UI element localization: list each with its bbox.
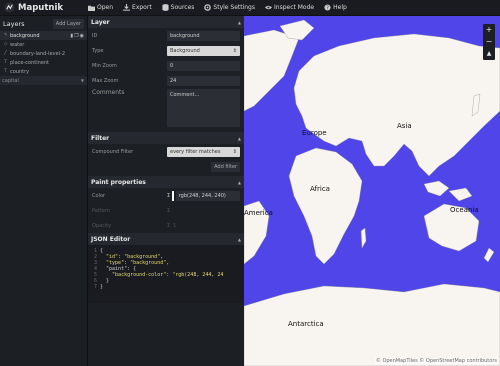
layer-list-panel: Layers Add Layer ✎ background ▮ ❐ ◉ ◇ wa… bbox=[0, 16, 88, 366]
layer-group-capital[interactable]: capital ▼ bbox=[0, 76, 87, 85]
color-input[interactable]: rgb(248, 244, 240) bbox=[175, 190, 240, 201]
json-line: 7} bbox=[93, 284, 104, 290]
sources-button[interactable]: Sources bbox=[162, 4, 194, 11]
layer-actions: ▮ ❐ ◉ bbox=[70, 33, 87, 39]
map-label-oceania: Oceania bbox=[450, 206, 479, 214]
style-settings-button[interactable]: Style Settings bbox=[204, 4, 255, 11]
layer-item-country[interactable]: T country bbox=[0, 67, 87, 76]
id-row: ID background bbox=[88, 28, 244, 43]
map-label-africa: Africa bbox=[310, 185, 330, 193]
map-view[interactable]: Europe Asia Africa America Oceania Antar… bbox=[244, 16, 500, 366]
add-layer-button[interactable]: Add Layer bbox=[52, 18, 84, 29]
visibility-icon[interactable]: ◉ bbox=[80, 33, 84, 39]
zoom-in-button[interactable]: + bbox=[483, 24, 495, 36]
json-editor[interactable]: 1{ 2 "id": "background", 3 "type": "back… bbox=[88, 245, 244, 303]
max-zoom-input[interactable]: 24 bbox=[167, 75, 240, 86]
help-icon: ? bbox=[324, 4, 331, 11]
expression-icon[interactable]: Σ bbox=[167, 223, 170, 229]
folder-icon bbox=[88, 5, 95, 11]
layer-item-place-continent[interactable]: T place-continent bbox=[0, 58, 87, 67]
color-row: Color Σ rgb(248, 244, 240) bbox=[88, 188, 244, 203]
eye-icon bbox=[265, 5, 272, 10]
max-zoom-row: Max Zoom 24 bbox=[88, 73, 244, 88]
min-zoom-row: Min Zoom 0 bbox=[88, 58, 244, 73]
maputnik-logo-icon bbox=[4, 2, 15, 13]
svg-text:?: ? bbox=[326, 5, 329, 11]
opacity-value[interactable]: 1 bbox=[173, 223, 176, 229]
expression-icon[interactable]: Σ bbox=[167, 208, 170, 214]
app-name: Maputnik bbox=[18, 2, 64, 13]
zoom-control: + − ▲ bbox=[483, 24, 495, 60]
layer-section-header[interactable]: Layer ▲ bbox=[88, 16, 244, 28]
add-filter-button[interactable]: Add filter bbox=[211, 162, 240, 172]
delete-icon[interactable]: ▮ bbox=[70, 33, 73, 39]
expression-icon[interactable]: Σ bbox=[167, 193, 170, 199]
comments-textarea[interactable]: Comment... bbox=[167, 89, 240, 127]
compound-filter-select[interactable]: every filter matches ⇕ bbox=[167, 146, 240, 157]
compass-icon[interactable]: ▲ bbox=[483, 48, 495, 60]
export-button[interactable]: Export bbox=[123, 4, 152, 11]
layer-item-water[interactable]: ◇ water bbox=[0, 40, 87, 49]
type-row: Type Background ⇕ bbox=[88, 43, 244, 58]
help-button[interactable]: ? Help bbox=[324, 4, 347, 11]
settings-icon bbox=[204, 4, 212, 11]
download-icon bbox=[123, 4, 131, 11]
color-swatch[interactable] bbox=[172, 190, 174, 201]
chevron-up-icon: ▲ bbox=[237, 236, 241, 242]
layer-item-boundary-land-level-2[interactable]: ╱ boundary-land-level-2 bbox=[0, 49, 87, 58]
layer-editor-panel: Layer ▲ ID background Type Background ⇕ … bbox=[88, 16, 244, 366]
copy-icon[interactable]: ❐ bbox=[74, 33, 78, 39]
layer-item-background[interactable]: ✎ background ▮ ❐ ◉ bbox=[0, 31, 87, 40]
map-label-europe: Europe bbox=[302, 129, 327, 137]
json-editor-header[interactable]: JSON Editor ▲ bbox=[88, 233, 244, 245]
compound-filter-row: Compound Filter every filter matches ⇕ bbox=[88, 144, 244, 159]
opacity-row: Opacity Σ 1 bbox=[92, 222, 177, 229]
select-arrows-icon: ⇕ bbox=[232, 148, 237, 155]
map-label-asia: Asia bbox=[397, 122, 412, 130]
map-label-america: America bbox=[244, 209, 273, 217]
comments-row: Comments Comment... bbox=[88, 88, 244, 132]
inspect-mode-button[interactable]: Inspect Mode bbox=[265, 4, 314, 11]
map-label-antarctica: Antarctica bbox=[288, 320, 324, 328]
pattern-row: Pattern Σ bbox=[92, 207, 171, 214]
zoom-out-button[interactable]: − bbox=[483, 36, 495, 48]
top-toolbar: Maputnik Open Export Sources Style Setti… bbox=[0, 0, 500, 16]
min-zoom-input[interactable]: 0 bbox=[167, 60, 240, 71]
chevron-down-icon: ▼ bbox=[80, 78, 84, 83]
add-filter-row: Add filter bbox=[88, 159, 244, 176]
database-icon bbox=[162, 4, 169, 11]
world-map bbox=[244, 19, 500, 366]
chevron-up-icon: ▲ bbox=[237, 179, 241, 185]
json-line: 5 "background-color": "rgb(248, 244, 24 bbox=[93, 272, 224, 278]
open-button[interactable]: Open bbox=[88, 4, 113, 11]
type-select[interactable]: Background ⇕ bbox=[167, 45, 240, 56]
select-arrows-icon: ⇕ bbox=[232, 47, 237, 54]
chevron-up-icon: ▲ bbox=[237, 135, 241, 141]
layers-title: Layers bbox=[3, 19, 25, 28]
id-input[interactable]: background bbox=[167, 30, 240, 41]
chevron-up-icon: ▲ bbox=[237, 19, 241, 25]
app-logo: Maputnik bbox=[0, 2, 88, 13]
map-attribution[interactable]: © OpenMapTiles © OpenStreetMap contribut… bbox=[374, 358, 498, 364]
filter-section-header[interactable]: Filter ▲ bbox=[88, 132, 244, 144]
paint-section-header[interactable]: Paint properties ▲ bbox=[88, 176, 244, 188]
layer-list-header: Layers Add Layer bbox=[0, 16, 87, 31]
